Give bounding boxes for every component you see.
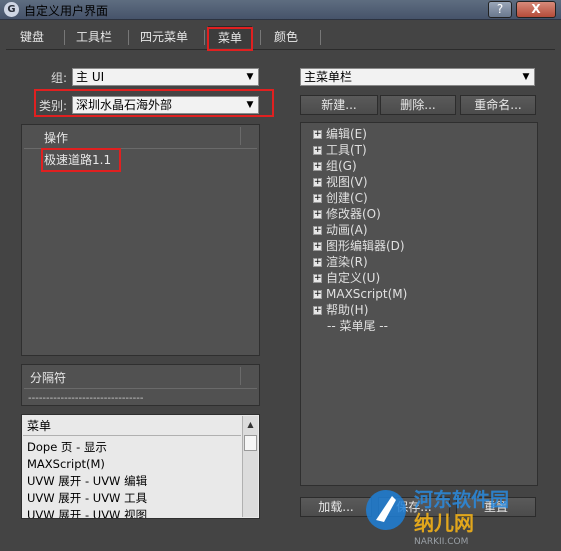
expand-plus-icon[interactable]: + xyxy=(313,226,322,235)
expand-plus-icon[interactable]: + xyxy=(313,210,322,219)
tree-end-item[interactable]: -- 菜单尾 -- xyxy=(327,318,388,334)
menu-list-item[interactable]: UVW 展开 - UVW 视图 xyxy=(27,507,147,518)
menus-header: 菜单 xyxy=(23,416,241,436)
expand-plus-icon[interactable]: + xyxy=(313,194,322,203)
group-dropdown-value: 主 UI xyxy=(76,70,105,84)
menu-bar-dropdown[interactable]: 主菜单栏 ▼ xyxy=(300,68,535,86)
tab-bar: 键盘 工具栏 四元菜单 菜单 颜色 xyxy=(6,26,555,50)
tree-item[interactable]: + 帮助(H) xyxy=(313,302,368,318)
rename-button[interactable]: 重命名... xyxy=(460,95,536,115)
menu-list-item[interactable]: MAXScript(M) xyxy=(27,456,105,473)
actions-panel[interactable]: 操作 极速道路1.1 xyxy=(21,124,260,356)
tree-item[interactable]: + MAXScript(M) xyxy=(313,286,407,302)
expand-plus-icon[interactable]: + xyxy=(313,306,322,315)
tab-keyboard[interactable]: 键盘 xyxy=(10,26,54,48)
tab-divider xyxy=(64,30,65,45)
tree-item-label: 工具(T) xyxy=(326,143,367,157)
tab-toolbars[interactable]: 工具栏 xyxy=(68,26,120,48)
separator-header: 分隔符 xyxy=(24,367,257,389)
tree-item[interactable]: + 创建(C) xyxy=(313,190,368,206)
actions-header: 操作 xyxy=(24,127,257,149)
expand-plus-icon[interactable]: + xyxy=(313,290,322,299)
new-button[interactable]: 新建... xyxy=(300,95,378,115)
tree-item-label: 视图(V) xyxy=(326,175,368,189)
expand-plus-icon[interactable]: + xyxy=(313,146,322,155)
tree-item[interactable]: + 视图(V) xyxy=(313,174,368,190)
menu-list-item[interactable]: UVW 展开 - UVW 编辑 xyxy=(27,473,147,490)
menu-bar-dropdown-value: 主菜单栏 xyxy=(304,70,353,84)
header-divider xyxy=(240,127,241,145)
title-bar: G 自定义用户界面 ? X xyxy=(0,0,561,20)
category-dropdown[interactable]: 深圳水晶石海外部 ▼ xyxy=(72,96,259,114)
chevron-down-icon: ▼ xyxy=(522,72,530,82)
menus-list[interactable]: 菜单 Dope 页 - 显示 MAXScript(M) UVW 展开 - UVW… xyxy=(21,414,260,519)
tree-item[interactable]: + 图形编辑器(D) xyxy=(313,238,405,254)
expand-plus-icon[interactable]: + xyxy=(313,162,322,171)
tab-divider xyxy=(204,30,205,45)
separator-panel[interactable]: 分隔符 -------------------------------- xyxy=(21,364,260,406)
tab-quad-menus[interactable]: 四元菜单 xyxy=(132,26,196,48)
tree-item-label: 渲染(R) xyxy=(326,255,368,269)
tree-item[interactable]: + 自定义(U) xyxy=(313,270,380,286)
watermark-logo: 河东软件园 纳儿网 NARKII.COM xyxy=(366,488,509,547)
tree-item[interactable]: + 编辑(E) xyxy=(313,126,367,142)
scrollbar-thumb[interactable] xyxy=(244,435,257,451)
tree-item-label: 动画(A) xyxy=(326,223,368,237)
expand-plus-icon[interactable]: + xyxy=(313,242,322,251)
separator-item[interactable]: -------------------------------- xyxy=(28,390,143,407)
tree-item[interactable]: + 动画(A) xyxy=(313,222,368,238)
close-button[interactable]: X xyxy=(516,1,556,18)
tab-colors[interactable]: 颜色 xyxy=(264,26,308,48)
menu-list-item[interactable]: Dope 页 - 显示 xyxy=(27,439,107,456)
tree-item[interactable]: + 组(G) xyxy=(313,158,357,174)
category-dropdown-value: 深圳水晶石海外部 xyxy=(76,98,173,112)
help-button[interactable]: ? xyxy=(488,1,512,18)
tree-item[interactable]: + 修改器(O) xyxy=(313,206,381,222)
chevron-down-icon: ▼ xyxy=(246,72,254,82)
watermark-line2: 纳儿网 xyxy=(414,511,474,535)
expand-plus-icon[interactable]: + xyxy=(313,274,322,283)
watermark-line1: 河东软件园 xyxy=(414,488,509,511)
window-title: 自定义用户界面 xyxy=(24,4,109,18)
group-label: 组: xyxy=(51,71,68,85)
menu-tree-panel[interactable]: + 编辑(E) + 工具(T) + 组(G) + 视图(V) + 创建(C) + 修改器(O… xyxy=(300,122,538,486)
expand-plus-icon[interactable]: + xyxy=(313,178,322,187)
tree-item[interactable]: + 渲染(R) xyxy=(313,254,368,270)
tree-item[interactable]: + 工具(T) xyxy=(313,142,367,158)
tree-item-label: 创建(C) xyxy=(326,191,368,205)
app-logo-icon: G xyxy=(4,2,19,17)
tab-divider xyxy=(128,30,129,45)
category-label: 类别: xyxy=(39,99,68,113)
tree-item-label: 编辑(E) xyxy=(326,127,367,141)
scroll-up-icon[interactable]: ▲ xyxy=(243,416,258,433)
tree-item-label: 自定义(U) xyxy=(326,271,381,285)
tree-item-label: 修改器(O) xyxy=(326,207,381,221)
group-dropdown[interactable]: 主 UI ▼ xyxy=(72,68,259,86)
menus-scrollbar[interactable]: ▲ xyxy=(242,416,258,517)
expand-plus-icon[interactable]: + xyxy=(313,258,322,267)
tab-menus[interactable]: 菜单 xyxy=(208,26,252,48)
tree-item-label: 组(G) xyxy=(326,159,357,173)
delete-button[interactable]: 删除... xyxy=(380,95,456,115)
tree-item-label: 帮助(H) xyxy=(326,303,369,317)
chevron-down-icon: ▼ xyxy=(246,100,254,110)
header-divider xyxy=(240,367,241,385)
menu-list-item[interactable]: UVW 展开 - UVW 工具 xyxy=(27,490,147,507)
tree-item-label: 图形编辑器(D) xyxy=(326,239,405,253)
watermark-line3: NARKII.COM xyxy=(414,537,468,547)
tab-divider xyxy=(260,30,261,45)
expand-plus-icon[interactable]: + xyxy=(313,130,322,139)
action-item[interactable]: 极速道路1.1 xyxy=(44,152,111,169)
tab-divider xyxy=(320,30,321,45)
tree-item-label: MAXScript(M) xyxy=(326,287,408,301)
